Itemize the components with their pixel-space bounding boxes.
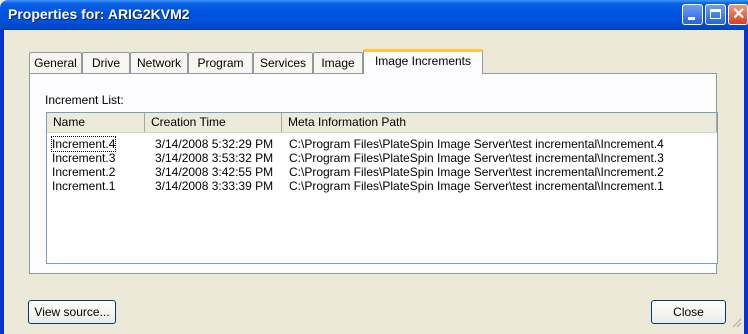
cell-time: 3/14/2008 3:53:32 PM	[155, 151, 274, 165]
list-item[interactable]: Increment.1 3/14/2008 3:33:39 PM C:\Prog…	[47, 179, 717, 193]
tab-general[interactable]: General	[29, 52, 82, 74]
increment-list-label: Increment List:	[45, 93, 124, 107]
list-header: Name Creation Time Meta Information Path	[47, 113, 717, 133]
list-item[interactable]: Increment.2 3/14/2008 3:42:55 PM C:\Prog…	[47, 165, 717, 179]
cell-name: Increment.1	[52, 179, 116, 193]
minimize-button[interactable]	[682, 4, 703, 25]
minimize-icon	[688, 17, 695, 20]
tab-label: Program	[197, 56, 244, 70]
cell-name: Increment.4	[50, 136, 117, 152]
close-window-button[interactable]: ✕	[728, 4, 748, 25]
cell-name: Increment.3	[52, 151, 116, 165]
tab-label: Image Increments	[374, 54, 472, 68]
cell-name: Increment.2	[52, 165, 116, 179]
tab-label: Network	[136, 56, 181, 70]
cell-path: C:\Program Files\PlateSpin Image Server\…	[289, 165, 664, 179]
maximize-button[interactable]	[705, 4, 726, 25]
column-header-meta-path[interactable]: Meta Information Path	[282, 113, 717, 132]
tab-label: Services	[259, 56, 306, 70]
close-icon: ✕	[732, 6, 746, 23]
tab-network[interactable]: Network	[130, 52, 188, 74]
list-item[interactable]: Increment.4 3/14/2008 5:32:29 PM C:\Prog…	[47, 136, 717, 152]
tab-image-increments[interactable]: Image Increments	[363, 49, 483, 74]
cell-time: 3/14/2008 5:32:29 PM	[155, 137, 274, 151]
tab-label: Drive	[91, 56, 120, 70]
window-title: Properties for: ARIG2KVM2	[8, 6, 190, 22]
tab-services[interactable]: Services	[253, 52, 313, 74]
window-frame-right	[744, 30, 748, 334]
tab-program[interactable]: Program	[188, 52, 253, 74]
title-bar[interactable]: Properties for: ARIG2KVM2 ✕	[0, 0, 748, 30]
properties-dialog: Properties for: ARIG2KVM2 ✕ General Driv…	[0, 0, 748, 334]
list-item[interactable]: Increment.3 3/14/2008 3:53:32 PM C:\Prog…	[47, 151, 717, 165]
cell-time: 3/14/2008 3:42:55 PM	[155, 165, 274, 179]
cell-path: C:\Program Files\PlateSpin Image Server\…	[289, 151, 664, 165]
tab-drive[interactable]: Drive	[82, 52, 130, 74]
maximize-icon	[710, 9, 721, 19]
cell-path: C:\Program Files\PlateSpin Image Server\…	[289, 137, 664, 151]
tab-label: Image	[321, 56, 355, 70]
close-button[interactable]: Close	[651, 300, 726, 324]
tab-label: General	[34, 56, 77, 70]
view-source-button[interactable]: View source...	[28, 300, 116, 324]
column-header-name[interactable]: Name	[47, 113, 145, 132]
cell-time: 3/14/2008 3:33:39 PM	[155, 179, 274, 193]
column-header-creation-time[interactable]: Creation Time	[145, 113, 282, 132]
tab-image[interactable]: Image	[313, 52, 363, 74]
increment-list[interactable]: Name Creation Time Meta Information Path…	[46, 112, 718, 264]
cell-path: C:\Program Files\PlateSpin Image Server\…	[289, 179, 664, 193]
resize-grip-icon[interactable]	[732, 318, 742, 328]
window-frame-left	[0, 30, 4, 334]
